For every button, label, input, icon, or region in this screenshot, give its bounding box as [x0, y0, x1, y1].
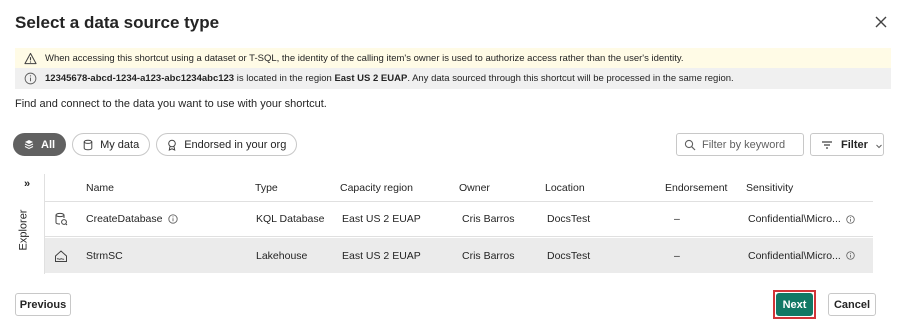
filter-button[interactable]: Filter [810, 133, 884, 156]
search-icon [684, 139, 696, 151]
info-mid-text: is located in the region [234, 73, 335, 84]
column-header-region[interactable]: Capacity region [340, 174, 413, 201]
region-name: East US 2 EUAP [334, 73, 408, 84]
row-sensitivity: Confidential\Micro... [748, 249, 841, 262]
table-row[interactable]: StrmSC Lakehouse East US 2 EUAP Cris Bar… [45, 238, 873, 273]
explorer-label: Explorer [17, 209, 30, 251]
info-icon [23, 72, 37, 86]
sensitivity-info-icon[interactable] [846, 238, 855, 273]
pill-endorsed[interactable]: Endorsed in your org [156, 133, 298, 156]
row-type: KQL Database [256, 213, 325, 225]
info-text: 12345678-abcd-1234-a123-abc1234abc123 is… [45, 73, 734, 84]
sensitivity-info-icon[interactable] [846, 202, 855, 236]
column-header-name[interactable]: Name [86, 174, 114, 201]
column-header-type[interactable]: Type [255, 174, 278, 201]
row-owner: Cris Barros [462, 213, 515, 225]
filter-pills: All My data Endorsed in your org [13, 133, 298, 156]
region-info-banner: 12345678-abcd-1234-a123-abc1234abc123 is… [15, 68, 891, 89]
cancel-button[interactable]: Cancel [828, 293, 876, 316]
dialog-title: Select a data source type [15, 13, 220, 32]
lakehouse-icon [54, 238, 68, 273]
column-header-owner[interactable]: Owner [459, 174, 490, 201]
column-header-endorsement[interactable]: Endorsement [665, 174, 727, 201]
warning-icon [23, 52, 37, 66]
ribbon-icon [166, 139, 178, 151]
previous-button[interactable]: Previous [15, 293, 71, 316]
row-region: East US 2 EUAP [342, 213, 421, 225]
dialog-subtitle: Find and connect to the data you want to… [15, 98, 327, 110]
pill-all[interactable]: All [13, 133, 67, 156]
row-name: StrmSC [86, 249, 123, 262]
info-icon[interactable] [168, 214, 179, 224]
table-row[interactable]: CreateDatabase KQL Database East US 2 EU… [45, 202, 873, 237]
row-sensitivity: Confidential\Micro... [748, 213, 841, 225]
pill-my-data[interactable]: My data [72, 133, 151, 156]
database-icon [82, 139, 94, 151]
info-tail-text: . Any data sourced through this shortcut… [407, 73, 734, 84]
shortcut-id: 12345678-abcd-1234-a123-abc1234abc123 [45, 73, 235, 84]
column-header-location[interactable]: Location [545, 174, 585, 201]
row-location: DocsTest [547, 249, 591, 262]
close-icon[interactable] [873, 14, 889, 30]
row-type: Lakehouse [256, 249, 308, 262]
chevron-down-icon [875, 141, 883, 149]
filter-lines-icon [821, 139, 833, 151]
row-name: CreateDatabase [86, 202, 179, 236]
table-header: Name Type Capacity region Owner Location… [45, 174, 873, 202]
keyword-filter-field[interactable] [676, 133, 804, 156]
column-header-sensitivity[interactable]: Sensitivity [746, 174, 793, 201]
row-endorsement: – [674, 213, 680, 225]
next-button[interactable]: Next [776, 293, 813, 316]
expand-explorer-icon[interactable]: » [24, 178, 30, 190]
row-owner: Cris Barros [462, 249, 515, 262]
row-region: East US 2 EUAP [342, 249, 421, 262]
warning-text: When accessing this shortcut using a dat… [45, 53, 684, 64]
row-location: DocsTest [547, 213, 591, 225]
all-icon [23, 139, 35, 151]
explorer-panel: » Explorer [15, 176, 37, 276]
search-input[interactable] [702, 138, 798, 151]
warning-banner: When accessing this shortcut using a dat… [15, 48, 891, 69]
row-endorsement: – [674, 249, 680, 262]
kql-database-icon [54, 202, 68, 236]
